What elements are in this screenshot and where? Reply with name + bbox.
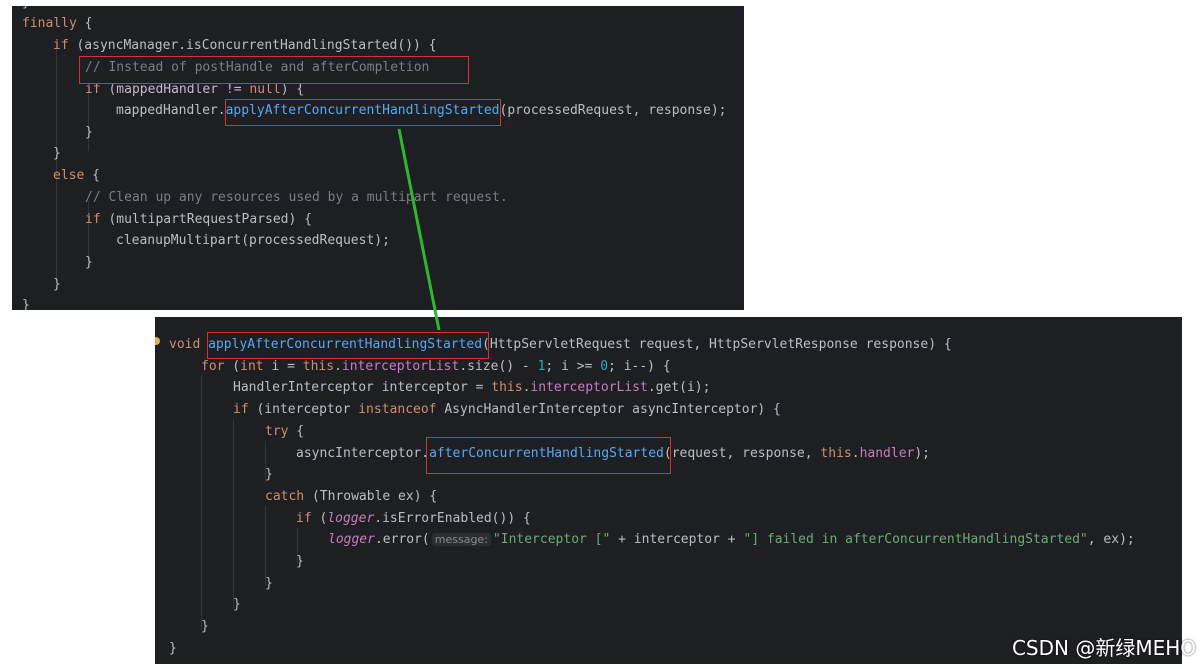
- watermark: CSDN @新绿MEHO: [1011, 636, 1196, 660]
- connector-line: [397, 128, 441, 331]
- connector-arrow: [397, 128, 441, 331]
